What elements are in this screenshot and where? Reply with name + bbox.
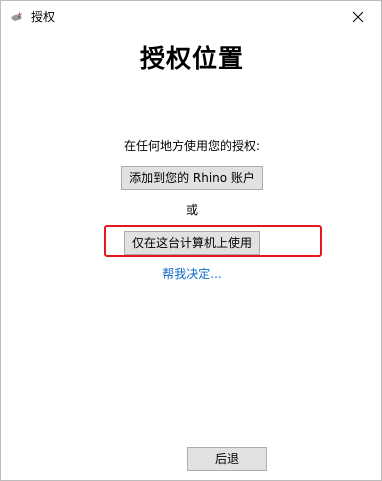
- close-button[interactable]: [335, 1, 381, 32]
- license-dialog: 授权 授权位置 在任何地方使用您的授权: 添加到您的 Rhino 账户 或 仅在…: [0, 0, 382, 481]
- help-me-decide-link[interactable]: 帮我决定...: [1, 265, 382, 283]
- rhino-app-icon: [9, 9, 25, 25]
- back-button[interactable]: 后退: [187, 447, 267, 471]
- add-to-account-button[interactable]: 添加到您的 Rhino 账户: [121, 166, 263, 190]
- title-bar: 授权: [1, 1, 381, 32]
- use-on-this-computer-button[interactable]: 仅在这台计算机上使用: [124, 231, 260, 255]
- page-title: 授权位置: [139, 44, 244, 73]
- window-title: 授权: [31, 10, 56, 24]
- instruction-text: 在任何地方使用您的授权:: [123, 139, 261, 153]
- or-separator: 或: [185, 203, 198, 217]
- close-icon: [352, 11, 364, 22]
